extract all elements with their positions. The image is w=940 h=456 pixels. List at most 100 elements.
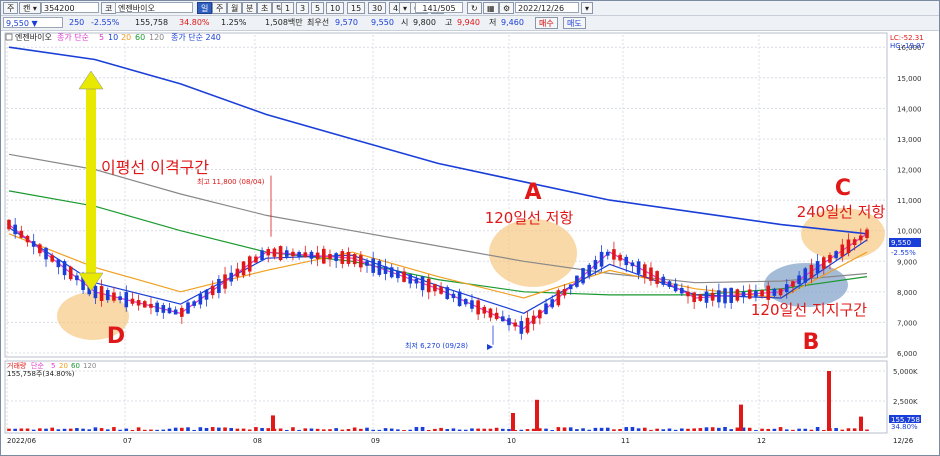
volume-bar — [525, 429, 530, 431]
volume-bar — [99, 428, 104, 431]
candle-body — [7, 219, 11, 230]
refresh-icon[interactable]: ↻ — [467, 2, 482, 14]
price-chart[interactable]: 16,00015,00014,00013,00012,00011,00010,0… — [1, 31, 939, 455]
candle-body — [451, 293, 456, 299]
candle-body — [229, 272, 234, 282]
candle-body — [186, 302, 190, 314]
label-b: B — [803, 330, 820, 355]
volume-spike-bar — [511, 413, 515, 431]
candle-body — [420, 276, 425, 291]
volume-bar — [167, 428, 172, 431]
current-price-pct: -2.55% — [891, 249, 916, 257]
volume-bar — [568, 427, 573, 431]
period-button-3[interactable]: 분 — [242, 2, 258, 14]
legend-toggle-icon[interactable] — [5, 33, 13, 41]
candle-body — [235, 268, 240, 277]
buy-button[interactable]: 매수 — [535, 17, 558, 29]
interval-button-0[interactable]: 1 — [281, 2, 295, 14]
volume-bar — [439, 427, 443, 431]
candle-body — [161, 305, 166, 313]
volume-bar — [50, 427, 55, 431]
volume-bar — [408, 429, 413, 431]
volume-bar — [105, 429, 110, 431]
calendar-icon[interactable]: ▾ — [581, 2, 594, 14]
volume-bar — [334, 428, 338, 431]
candle-body — [217, 278, 221, 293]
legend-ma-label: 종가 단순 — [57, 32, 89, 42]
volume-bar — [772, 428, 777, 431]
volume-bar — [383, 428, 388, 431]
grid-icon[interactable]: ▦ — [483, 2, 499, 14]
time-tick-label: 10 — [507, 437, 516, 445]
candle-body — [846, 239, 851, 254]
candle-body — [38, 244, 42, 254]
candle-body — [494, 312, 499, 320]
volume-bar — [161, 429, 166, 431]
volume-bar — [686, 428, 690, 431]
gear-icon[interactable]: ⚙ — [499, 2, 515, 14]
stock-name-field[interactable]: 엔젠바이오 — [115, 2, 193, 13]
volume-bar — [470, 428, 474, 431]
volume-bar — [667, 428, 672, 431]
candle-body — [501, 316, 505, 322]
date-input[interactable]: 2022/12/26 — [515, 2, 579, 13]
volume-bar — [426, 429, 431, 431]
price-tick-label: 9,000 — [897, 258, 917, 266]
settings-toggle-button[interactable]: ▾ — [399, 2, 412, 14]
volume-bar — [630, 426, 635, 431]
candle-body — [75, 275, 79, 281]
candle-body — [284, 250, 289, 257]
interval-button-4[interactable]: 15 — [347, 2, 366, 14]
interval-button-3[interactable]: 10 — [326, 2, 345, 14]
candle-body — [791, 281, 795, 287]
candle-body — [118, 296, 122, 301]
volume-bar — [130, 429, 135, 431]
period-button-4[interactable]: 초 — [257, 2, 273, 14]
interval-button-2[interactable]: 5 — [311, 2, 325, 14]
interval-button-5[interactable]: 30 — [368, 2, 387, 14]
best-bid-value: 9,550 — [371, 18, 394, 27]
candle-body — [519, 320, 524, 334]
volume-bar — [865, 429, 869, 431]
volume-bar — [649, 429, 653, 431]
volume-bar — [723, 426, 727, 431]
last-date-label: 12/26 — [893, 437, 914, 445]
candle-body — [241, 261, 246, 276]
period-button-1[interactable]: 주 — [212, 2, 228, 14]
volume-legend-value: 155,758주(34.80%) — [7, 370, 75, 378]
volume-bar — [420, 426, 425, 431]
volume-tick-label: 2,500K — [893, 398, 918, 406]
period-button-0[interactable]: 일 — [197, 2, 213, 14]
candle-body — [581, 268, 585, 284]
stock-code-input[interactable]: 354200 — [41, 2, 99, 13]
candle-body — [371, 258, 375, 273]
candle-body — [198, 293, 203, 305]
candle-body — [62, 261, 67, 276]
candle-body — [538, 310, 542, 319]
price-tick-label: 14,000 — [897, 105, 922, 113]
candle-body — [655, 271, 659, 284]
open-value: 9,800 — [413, 18, 436, 27]
interval-button-1[interactable]: 3 — [296, 2, 310, 14]
candle-body — [673, 283, 678, 292]
volume-bar — [556, 427, 561, 431]
chart-mode-select[interactable]: 캔 ▾ — [19, 2, 41, 14]
volume-bar — [124, 428, 129, 431]
candle-body — [747, 289, 752, 299]
volume-bar — [451, 428, 456, 431]
down-arrow-icon: ▼ — [31, 19, 38, 28]
menu-button[interactable]: 주 — [3, 2, 19, 14]
volume-bar — [599, 427, 604, 431]
candle-body — [642, 264, 647, 278]
candle-body — [797, 275, 801, 284]
volume-bar — [680, 428, 684, 431]
candle-body — [562, 289, 567, 296]
legend-ma5: 5 — [99, 33, 104, 42]
volume-bar — [747, 427, 752, 431]
candle-body — [315, 252, 320, 259]
volume-bar — [149, 429, 153, 431]
period-button-2[interactable]: 월 — [227, 2, 243, 14]
sell-button[interactable]: 매도 — [563, 17, 586, 29]
volume-bar — [247, 429, 252, 431]
candle-body — [661, 276, 666, 285]
